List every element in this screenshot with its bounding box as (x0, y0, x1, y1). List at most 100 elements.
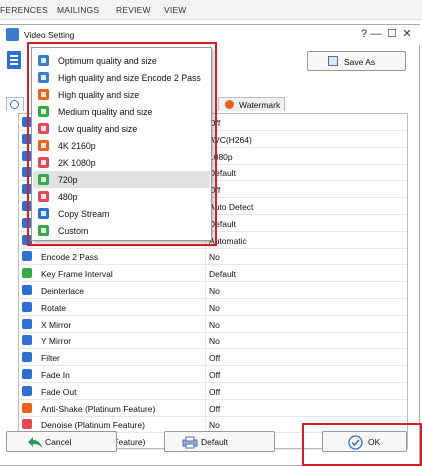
property-name: Key Frame Interval (41, 269, 113, 280)
profile-icon (7, 51, 21, 69)
default-button[interactable]: Default (164, 431, 275, 452)
column-divider (205, 399, 206, 417)
ribbon-tab-review[interactable]: REVIEW (116, 5, 151, 15)
property-name: Deinterlace (41, 286, 84, 296)
back-arrow-icon (28, 437, 42, 448)
preset-label: Custom (58, 226, 89, 236)
watermark-tab-label: Watermark (239, 100, 281, 110)
property-icon (22, 285, 32, 295)
preset-icon (38, 208, 49, 219)
property-value[interactable]: No (209, 286, 220, 296)
preset-label: 480p (58, 192, 78, 202)
cancel-button[interactable]: Cancel (6, 431, 117, 452)
ok-label: OK (368, 437, 381, 447)
preset-label: High quality and size Encode 2 Pass (58, 73, 201, 83)
column-divider (205, 265, 206, 283)
ribbon-tab-view[interactable]: VIEW (164, 5, 187, 15)
save-icon (328, 56, 338, 66)
property-value[interactable]: Off (209, 370, 220, 380)
preset-option[interactable]: 720p (33, 171, 210, 188)
property-value[interactable]: No (209, 420, 220, 430)
printer-icon (182, 436, 198, 449)
ribbon-tab-mailings[interactable]: MAILINGS (57, 5, 99, 15)
save-as-label: Save As (344, 57, 376, 67)
cancel-label: Cancel (45, 437, 72, 447)
property-name: Anti-Shake (Platinum Feature) (41, 403, 156, 414)
property-row[interactable]: Key Frame Interval Default (19, 265, 407, 283)
property-icon (22, 301, 32, 312)
property-row[interactable]: Encode 2 Pass No (19, 248, 407, 266)
preset-option[interactable]: Low quality and size (33, 120, 210, 137)
property-value[interactable]: Off (209, 404, 220, 414)
property-icon (22, 335, 32, 346)
property-icon (22, 251, 32, 262)
property-value[interactable]: No (209, 252, 220, 262)
property-value[interactable]: Default (209, 168, 236, 178)
preset-icon (38, 140, 49, 151)
property-value[interactable]: No (209, 303, 220, 313)
property-icon (22, 318, 32, 329)
property-row[interactable]: Anti-Shake (Platinum Feature) Off (19, 399, 407, 417)
close-button[interactable]: ✕ (400, 27, 414, 41)
ribbon-tab-references[interactable]: FERENCES (0, 5, 48, 15)
property-row[interactable]: X Mirror No (19, 315, 407, 333)
preset-option[interactable]: Copy Stream (33, 205, 210, 222)
property-value[interactable]: No (209, 320, 220, 330)
property-name: Encode 2 Pass (41, 252, 99, 263)
property-value[interactable]: AVC(H264) (209, 135, 252, 145)
column-divider (205, 298, 206, 316)
preset-icon (38, 72, 49, 83)
property-name: Rotate (41, 302, 67, 313)
preset-option[interactable]: High quality and size (33, 86, 210, 103)
property-row[interactable]: Rotate No (19, 298, 407, 316)
property-value[interactable]: Off (209, 353, 220, 363)
property-row[interactable]: Deinterlace No (19, 282, 407, 299)
dialog-titlebar: Video Setting ? — ☐ ✕ (0, 25, 420, 45)
property-name: Fade Out (41, 386, 77, 397)
property-icon (22, 352, 32, 363)
property-name: Fade In (41, 370, 70, 380)
preset-option[interactable]: High quality and size Encode 2 Pass (33, 69, 210, 86)
property-row[interactable]: Y Mirror No (19, 332, 407, 350)
preset-label: 2K 1080p (58, 158, 96, 168)
column-divider (205, 332, 206, 350)
column-divider (205, 349, 206, 367)
maximize-button[interactable]: ☐ (385, 27, 399, 41)
preset-icon (38, 106, 49, 117)
property-name: Denoise (Platinum Feature) (41, 420, 145, 431)
preset-option[interactable]: Optimum quality and size (33, 52, 210, 69)
property-value[interactable]: Auto Detect (209, 202, 253, 212)
preset-option[interactable]: Custom (33, 222, 210, 239)
preset-icon (38, 157, 49, 168)
preset-label: Medium quality and size (58, 107, 153, 117)
property-value[interactable]: Default (209, 219, 236, 229)
preset-option[interactable]: 2K 1080p (33, 154, 210, 171)
preset-icon (38, 174, 49, 185)
property-row[interactable]: Fade In Off (19, 366, 407, 383)
quality-preset-dropdown[interactable]: Optimum quality and size High quality and… (31, 47, 212, 241)
preset-icon (38, 89, 49, 100)
preset-option[interactable]: Medium quality and size (33, 103, 210, 120)
ok-button[interactable]: OK (322, 431, 407, 452)
property-icon (22, 369, 32, 379)
tab-video[interactable] (6, 97, 24, 111)
watermark-icon (225, 100, 234, 109)
preset-label: High quality and size (58, 90, 140, 100)
preset-label: 720p (58, 175, 78, 185)
property-value[interactable]: No (209, 336, 220, 346)
property-value[interactable]: Automatic (209, 236, 247, 246)
property-value[interactable]: Default (209, 269, 236, 279)
preset-label: 4K 2160p (58, 141, 96, 151)
property-value[interactable]: 1080p (209, 152, 233, 162)
property-row[interactable]: Filter Off (19, 349, 407, 367)
preset-option[interactable]: 480p (33, 188, 210, 205)
property-name: Filter (41, 353, 60, 364)
tab-watermark[interactable]: Watermark (218, 97, 285, 111)
property-value[interactable]: Off (209, 387, 220, 397)
minimize-button[interactable]: — (369, 27, 383, 41)
preset-option[interactable]: 4K 2160p (33, 137, 210, 154)
preset-label: Low quality and size (58, 124, 138, 134)
property-row[interactable]: Fade Out Off (19, 382, 407, 400)
save-as-button[interactable]: Save As (307, 51, 406, 71)
column-divider (205, 382, 206, 400)
